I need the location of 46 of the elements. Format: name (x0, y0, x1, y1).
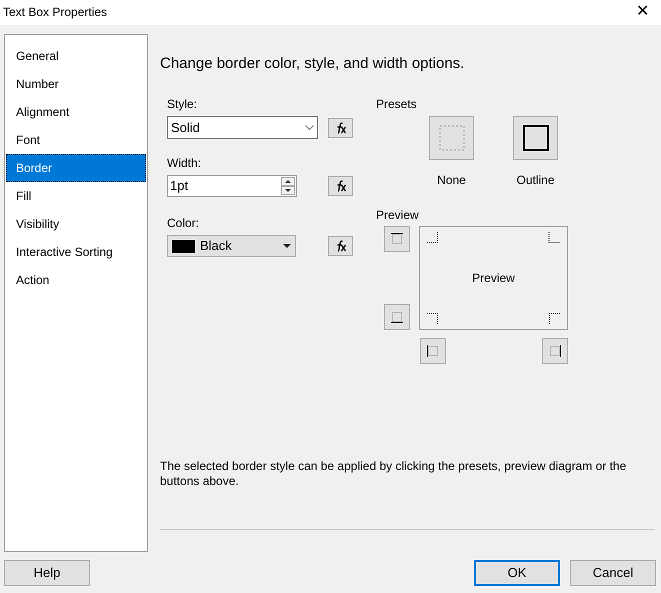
close-button[interactable]: ✕ (632, 4, 653, 20)
preview-text: Preview (472, 270, 515, 288)
spin-arrows-icon (281, 177, 295, 196)
preset-label: None (437, 172, 466, 190)
sidebar-item[interactable]: Fill (6, 182, 146, 210)
left-border-icon (427, 345, 439, 358)
color-label: Color: (167, 215, 200, 232)
dialog-button[interactable]: OK (474, 560, 560, 586)
sidebar-item[interactable]: Font (6, 126, 146, 154)
right-border-icon (549, 345, 561, 358)
square-outline-icon (522, 125, 548, 152)
help-text: The selected border style can be applied by clicking the presets, preview diagram or the buttons above. (160, 459, 628, 490)
expression-button[interactable] (328, 118, 353, 138)
bottom-border-button[interactable] (384, 304, 410, 330)
left-border-button[interactable] (420, 338, 446, 364)
width-spinner[interactable]: 1pt (167, 175, 297, 198)
top-border-icon (391, 233, 403, 246)
preview-diagram[interactable]: Preview (419, 226, 568, 330)
sidebar-item[interactable]: Visibility (6, 210, 146, 238)
bottom-border-icon (391, 311, 403, 324)
expression-button[interactable] (328, 176, 353, 196)
dotted-square-icon (438, 125, 464, 152)
section-heading: Change border color, style, and width options. (160, 54, 466, 74)
style-dropdown[interactable]: Solid (167, 116, 318, 140)
dialog-button[interactable]: Cancel (570, 560, 656, 586)
sidebar-item[interactable]: General (6, 42, 146, 70)
outline-preset-button[interactable] (513, 116, 558, 160)
width-label: Width: (167, 155, 202, 172)
dropdown-arrow-icon (283, 244, 291, 248)
preview-label: Preview (376, 207, 420, 224)
sidebar-item[interactable]: Border (6, 154, 146, 182)
preset-label: Outline (516, 172, 555, 190)
top-border-button[interactable] (384, 226, 410, 252)
chevron-icon (305, 124, 314, 131)
sidebar-item[interactable]: Action (6, 266, 146, 294)
presets-label: Presets (376, 96, 418, 114)
style-label: Style: (167, 96, 198, 114)
window-title: Text Box Properties (3, 4, 108, 22)
color-dropdown[interactable]: Black (167, 235, 296, 258)
sidebar-item[interactable]: Number (6, 70, 146, 98)
none-preset-button[interactable] (429, 116, 474, 160)
right-border-button[interactable] (542, 338, 568, 364)
sidebar-item[interactable]: Interactive Sorting (6, 238, 146, 266)
dialog-button[interactable]: Help (4, 560, 90, 586)
expression-button[interactable] (328, 236, 353, 256)
sidebar-item[interactable]: Alignment (6, 98, 146, 126)
